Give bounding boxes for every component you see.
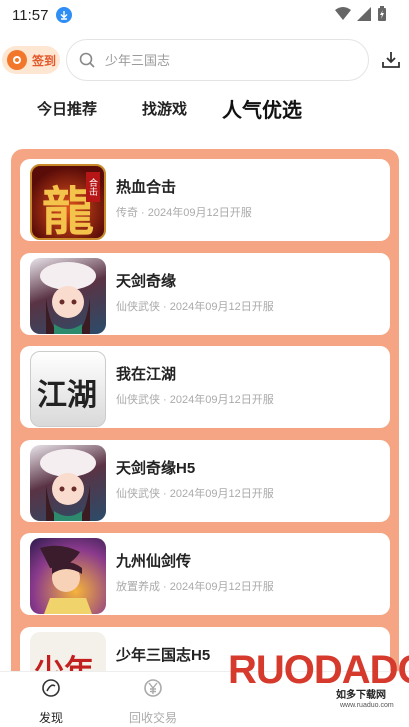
nav-label: 发现 — [38, 711, 63, 725]
game-icon-tianjian — [30, 258, 106, 334]
game-card[interactable]: 龍 合击 热血合击 传奇 · 2024年09月12日开服 — [20, 159, 390, 241]
download-notification-icon — [56, 7, 73, 23]
game-meta: 传奇 · 2024年09月12日开服 — [116, 207, 252, 219]
watermark-text: 如多下载网 — [336, 690, 386, 701]
watermark-url: www.ruaduo.com — [340, 702, 394, 709]
game-list-background: 龍 合击 热血合击 传奇 · 2024年09月12日开服 天剑奇缘 仙侠武侠 ·… — [11, 149, 399, 709]
search-input[interactable] — [105, 52, 345, 68]
game-title: 天剑奇缘H5 — [116, 460, 196, 477]
yuan-coin-icon — [144, 679, 162, 697]
game-card[interactable]: 天剑奇缘 仙侠武侠 · 2024年09月12日开服 — [20, 253, 390, 335]
checkin-label: 签到 — [32, 53, 57, 68]
game-meta: 仙侠武侠 · 2024年09月12日开服 — [116, 488, 274, 500]
game-card[interactable]: 江湖 我在江湖 仙侠武侠 · 2024年09月12日开服 — [20, 346, 390, 428]
game-meta: 仙侠武侠 · 2024年09月12日开服 — [116, 394, 274, 406]
game-title: 九州仙剑传 — [116, 553, 192, 570]
search-icon — [79, 52, 95, 68]
game-meta: 放置养成 · 2024年09月12日开服 — [116, 581, 274, 593]
status-icons — [335, 6, 387, 22]
game-card[interactable]: 天剑奇缘H5 仙侠武侠 · 2024年09月12日开服 — [20, 440, 390, 522]
game-title: 天剑奇缘 — [116, 273, 177, 290]
search-bar[interactable] — [66, 39, 369, 81]
tab-today-recommend[interactable]: 今日推荐 — [37, 98, 97, 119]
game-icon-rexue: 龍 合击 — [30, 164, 106, 240]
nav-recycle-trade[interactable]: 回收交易 — [118, 678, 188, 726]
game-title: 少年三国志H5 — [116, 647, 211, 664]
site-watermark: RUODADO 如多下载网 www.ruaduo.com — [228, 646, 409, 727]
game-icon-jiuzhou — [30, 538, 106, 614]
tab-find-games[interactable]: 找游戏 — [142, 98, 187, 119]
game-icon-jianghu: 江湖 — [30, 351, 106, 427]
game-icon-tag: 合击 — [86, 172, 100, 202]
checkin-icon — [7, 50, 27, 70]
signal-icon — [357, 7, 371, 21]
nav-label: 回收交易 — [128, 711, 177, 725]
discover-icon — [42, 679, 60, 697]
nav-discover[interactable]: 发现 — [16, 678, 86, 726]
tab-bar: 今日推荐 找游戏 人气优选 — [0, 88, 409, 132]
wifi-icon — [335, 7, 351, 20]
tab-popular[interactable]: 人气优选 — [222, 94, 302, 123]
download-icon[interactable] — [381, 50, 401, 70]
top-bar: 签到 — [0, 36, 409, 82]
game-card[interactable]: 九州仙剑传 放置养成 · 2024年09月12日开服 — [20, 533, 390, 615]
status-time: 11:57 — [12, 6, 49, 24]
game-icon-tianjian-h5 — [30, 445, 106, 521]
game-title: 热血合击 — [116, 179, 177, 196]
checkin-button[interactable]: 签到 — [2, 46, 60, 74]
status-bar: 11:57 — [0, 0, 409, 30]
game-title: 我在江湖 — [116, 366, 177, 383]
game-meta: 仙侠武侠 · 2024年09月12日开服 — [116, 301, 274, 313]
battery-icon — [378, 6, 386, 21]
game-list-panel: 龍 合击 热血合击 传奇 · 2024年09月12日开服 天剑奇缘 仙侠武侠 ·… — [0, 137, 409, 709]
